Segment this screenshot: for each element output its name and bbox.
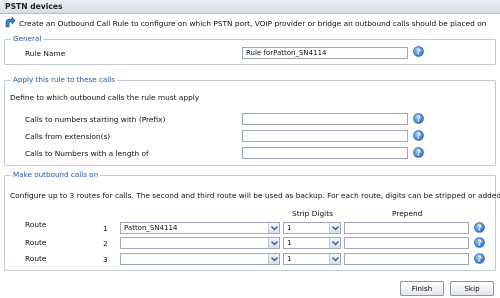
help-icon[interactable]: ?: [474, 253, 485, 264]
svg-text:?: ?: [416, 47, 420, 56]
chevron-down-icon[interactable]: [329, 223, 340, 233]
route-number: 3: [103, 255, 108, 264]
outbound-group: Make outbound calls on Configure up to 3…: [4, 170, 500, 271]
general-group: General Rule Name Rule forPatton_SN4114 …: [4, 34, 496, 65]
svg-text:?: ?: [416, 148, 420, 157]
strip-digits-value: 1: [287, 239, 292, 247]
strip-digits-value: 1: [287, 224, 292, 232]
chevron-down-icon[interactable]: [329, 238, 340, 248]
help-icon[interactable]: ?: [474, 222, 485, 233]
strip-digits-value: 1: [287, 255, 292, 263]
route-number: 1: [103, 224, 108, 233]
route-device-select[interactable]: [120, 253, 280, 265]
intro-text: Create an Outbound Call Rule to configur…: [19, 19, 487, 28]
strip-digits-select[interactable]: 1: [283, 222, 341, 234]
svg-text:?: ?: [416, 131, 420, 140]
apply-rule-description: Define to which outbound calls the rule …: [10, 93, 200, 102]
prefix-input[interactable]: [242, 113, 408, 125]
svg-text:?: ?: [477, 238, 481, 247]
prepend-input[interactable]: [344, 237, 469, 249]
help-icon[interactable]: ?: [413, 46, 424, 57]
chevron-down-icon[interactable]: [268, 223, 279, 233]
route-number: 2: [103, 239, 108, 248]
help-icon[interactable]: ?: [413, 130, 424, 141]
strip-digits-header: Strip Digits: [292, 209, 333, 218]
chevron-down-icon[interactable]: [329, 254, 340, 264]
apply-rule-group: Apply this rule to these calls Define to…: [4, 75, 496, 166]
outbound-description: Configure up to 3 routes for calls. The …: [10, 191, 500, 200]
svg-text:?: ?: [477, 254, 481, 263]
outbound-legend: Make outbound calls on: [11, 170, 101, 179]
route-label: Route: [25, 254, 47, 263]
general-legend: General: [11, 34, 44, 43]
help-icon[interactable]: ?: [413, 113, 424, 124]
intro-row: Create an Outbound Call Rule to configur…: [4, 17, 496, 29]
extension-input[interactable]: [242, 130, 408, 142]
svg-text:?: ?: [477, 223, 481, 232]
window-title: PSTN devices: [5, 2, 63, 11]
apply-rule-legend: Apply this rule to these calls: [11, 75, 118, 84]
wizard-arrow-icon: [5, 17, 16, 28]
rule-name-label: Rule Name: [25, 49, 66, 58]
strip-digits-select[interactable]: 1: [283, 253, 341, 265]
route-label: Route: [25, 238, 47, 247]
skip-button[interactable]: Skip: [450, 281, 494, 296]
extension-label: Calls from extension(s): [25, 132, 111, 141]
help-icon[interactable]: ?: [413, 147, 424, 158]
route-device-value: Patton_SN4114: [124, 224, 178, 232]
prefix-label: Calls to numbers starting with (Prefix): [25, 115, 166, 124]
prepend-header: Prepend: [392, 209, 423, 218]
help-icon[interactable]: ?: [474, 237, 485, 248]
window-titlebar: PSTN devices: [0, 0, 500, 14]
route-device-select[interactable]: Patton_SN4114: [120, 222, 280, 234]
finish-button[interactable]: Finish: [400, 281, 444, 296]
route-label: Route: [25, 220, 47, 229]
rule-name-input[interactable]: Rule forPatton_SN4114: [242, 47, 408, 59]
prepend-input[interactable]: [344, 253, 469, 265]
svg-text:?: ?: [416, 114, 420, 123]
number-length-input[interactable]: [242, 147, 408, 159]
chevron-down-icon[interactable]: [268, 254, 279, 264]
strip-digits-select[interactable]: 1: [283, 237, 341, 249]
number-length-label: Calls to Numbers with a length of: [25, 149, 149, 158]
chevron-down-icon[interactable]: [268, 238, 279, 248]
prepend-input[interactable]: [344, 222, 469, 234]
route-device-select[interactable]: [120, 237, 280, 249]
